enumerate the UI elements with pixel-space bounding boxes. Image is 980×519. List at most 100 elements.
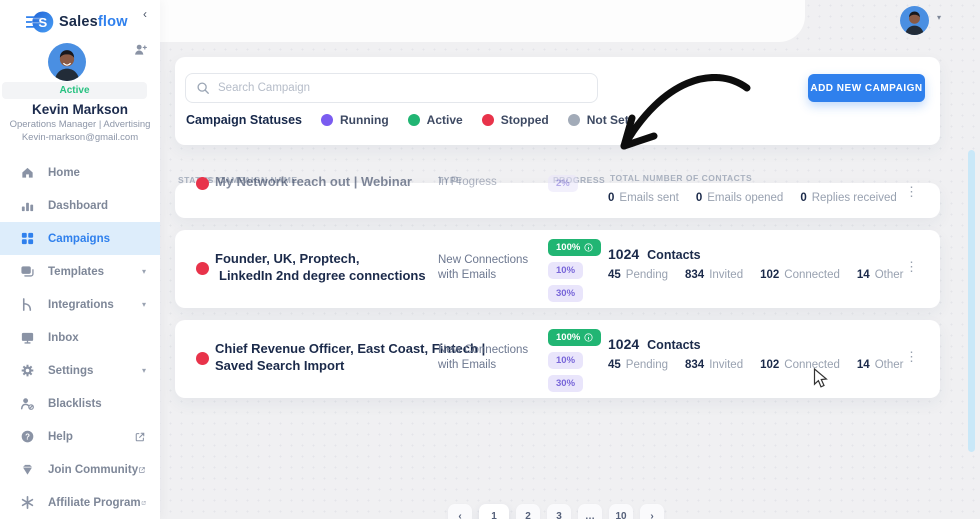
legend-item-not-set: Not Set	[568, 113, 629, 127]
active-status-dot	[408, 114, 420, 126]
campaign-toolbar-card: ADD NEW CAMPAIGN Campaign Statuses Runni…	[175, 57, 940, 145]
chevron-down-icon[interactable]: ▾	[937, 13, 941, 22]
progress-pill: 2%	[548, 175, 578, 192]
svg-text:?: ?	[25, 432, 30, 441]
campaign-row[interactable]: My Network reach out | Webinar In Progre…	[175, 183, 940, 218]
external-link-icon	[141, 497, 146, 509]
contacts-label: Contacts	[647, 248, 700, 262]
sidebar-item-templates[interactable]: Templates ▾	[0, 255, 160, 288]
search-campaign-input[interactable]	[218, 82, 587, 94]
sidebar-item-join-community[interactable]: Join Community	[0, 453, 160, 486]
stat-label: Other	[875, 359, 904, 371]
topbar-user-avatar[interactable]	[900, 6, 929, 35]
legend-label: Not Set	[587, 113, 629, 127]
profile-avatar-image	[48, 43, 86, 81]
campaign-row[interactable]: Chief Revenue Officer, East Coast, Finte…	[175, 320, 940, 398]
pagination-page-3[interactable]: 3	[547, 504, 571, 519]
progress-value: 100%	[556, 332, 580, 343]
profile-email: Kevin-markson@gmail.com	[0, 132, 160, 143]
sidebar-item-dashboard[interactable]: Dashboard	[0, 189, 160, 222]
dashboard-icon	[20, 198, 35, 213]
sidebar-item-label: Settings	[48, 365, 93, 377]
sidebar-item-home[interactable]: Home	[0, 156, 160, 189]
profile-avatar[interactable]	[48, 43, 86, 81]
sidebar-item-inbox[interactable]: Inbox	[0, 321, 160, 354]
progress-pill-green: 100%	[548, 239, 601, 256]
user-add-icon[interactable]	[133, 42, 148, 57]
stat-connected: 102Connected	[760, 269, 840, 281]
sidebar-item-label: Affiliate Program	[48, 497, 141, 509]
stat-value: 834	[685, 269, 704, 281]
contacts-count: 1024	[608, 336, 639, 352]
stat-label: Invited	[709, 359, 743, 371]
progress-pill-green: 100%	[548, 329, 601, 346]
affiliate-icon	[20, 495, 35, 510]
sidebar-item-label: Campaigns	[48, 233, 110, 245]
info-icon	[584, 243, 593, 252]
stat-value: 834	[685, 359, 704, 371]
campaigns-icon	[20, 231, 35, 246]
campaign-status-dot	[196, 352, 209, 365]
campaign-row[interactable]: Founder, UK, Proptech,LinkedIn 2nd degre…	[175, 230, 940, 308]
contacts-count: 1024	[608, 246, 639, 262]
campaign-statuses-legend: Campaign Statuses Running Active Stopped…	[186, 113, 629, 127]
pagination-ellipsis[interactable]: …	[578, 504, 602, 519]
sidebar-item-settings[interactable]: Settings ▾	[0, 354, 160, 387]
add-new-campaign-button[interactable]: ADD NEW CAMPAIGN	[808, 74, 925, 102]
pagination-page-1[interactable]: 1	[479, 504, 509, 519]
stat-replies-received: 0Replies received	[800, 192, 896, 204]
sidebar-item-help[interactable]: ? Help	[0, 420, 160, 453]
campaign-contact-stats: 45Pending 834Invited 102Connected 14Othe…	[608, 359, 903, 371]
stat-value: 0	[608, 192, 614, 204]
salesflow-logo-icon: S	[26, 8, 54, 36]
progress-pill: 30%	[548, 375, 583, 392]
campaign-email-stats: 0 Emails sent 0 Emails opened 0Replies rec…	[608, 192, 897, 204]
stat-invited: 834Invited	[685, 269, 743, 281]
stat-label: Pending	[626, 269, 668, 281]
stat-value: 14	[857, 359, 870, 371]
inbox-icon	[20, 330, 35, 345]
sidebar-collapse-button[interactable]: ‹	[143, 7, 147, 21]
sidebar-item-integrations[interactable]: Integrations ▾	[0, 288, 160, 321]
sidebar-item-blacklists[interactable]: Blacklists	[0, 387, 160, 420]
logo[interactable]: S Salesflow	[26, 8, 128, 36]
campaign-name[interactable]: My Network reach out | Webinar	[215, 173, 412, 190]
campaign-type: New Connectionswith Emails	[438, 343, 528, 373]
campaign-name[interactable]: Founder, UK, Proptech,LinkedIn 2nd degre…	[215, 250, 426, 284]
chevron-down-icon: ▾	[142, 366, 146, 375]
campaign-contact-stats: 45Pending 834Invited 102Connected 14Othe…	[608, 269, 903, 281]
pagination-prev-button[interactable]: ‹	[448, 504, 472, 519]
stat-value: 0	[696, 192, 702, 204]
pagination-page-10[interactable]: 10	[609, 504, 633, 519]
row-menu-kebab[interactable]: ⋮	[905, 350, 918, 363]
stat-other: 14 Other	[857, 359, 904, 371]
stat-pending: 45Pending	[608, 359, 668, 371]
search-campaign-box[interactable]	[185, 73, 598, 103]
info-icon	[584, 333, 593, 342]
stat-label: Connected	[784, 269, 840, 281]
progress-pill: 30%	[548, 285, 583, 302]
campaign-type: New Connectionswith Emails	[438, 253, 528, 283]
stat-label: Emails opened	[707, 192, 783, 204]
sidebar-item-label: Home	[48, 167, 80, 179]
row-menu-kebab[interactable]: ⋮	[905, 260, 918, 273]
sidebar-item-affiliate-program[interactable]: Affiliate Program	[0, 486, 160, 519]
pagination-page-2[interactable]: 2	[516, 504, 540, 519]
column-header-contacts: TOTAL NUMBER OF CONTACTS	[610, 173, 752, 183]
campaign-name-line2: Saved Search Import	[215, 358, 344, 373]
row-menu-kebab[interactable]: ⋮	[905, 185, 918, 198]
stat-label: Emails sent	[619, 192, 678, 204]
sidebar-item-campaigns[interactable]: Campaigns	[0, 222, 160, 255]
pagination-next-button[interactable]: ›	[640, 504, 664, 519]
vertical-scrollbar[interactable]	[968, 150, 975, 452]
svg-text:S: S	[38, 15, 47, 30]
profile-role: Operations Manager | Advertising	[0, 119, 160, 130]
legend-item-running: Running	[321, 113, 389, 127]
community-icon	[20, 462, 35, 477]
stat-label: Pending	[626, 359, 668, 371]
home-icon	[20, 165, 35, 180]
external-link-icon	[134, 431, 146, 443]
campaign-type-line1: New Connections	[438, 254, 528, 266]
sidebar-nav: Home Dashboard Campaigns Templates ▾ Int…	[0, 156, 160, 519]
legend-label: Active	[427, 113, 463, 127]
